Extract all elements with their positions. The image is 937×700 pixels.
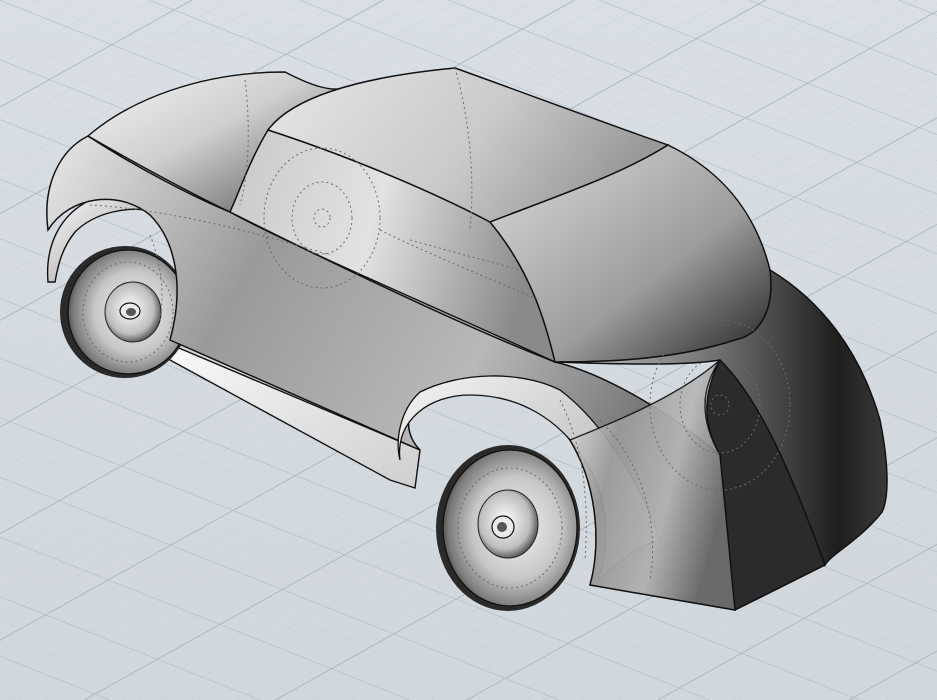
viewport-canvas[interactable] <box>0 0 937 700</box>
perspective-viewport[interactable] <box>0 0 937 700</box>
front-wheel[interactable] <box>60 246 190 378</box>
